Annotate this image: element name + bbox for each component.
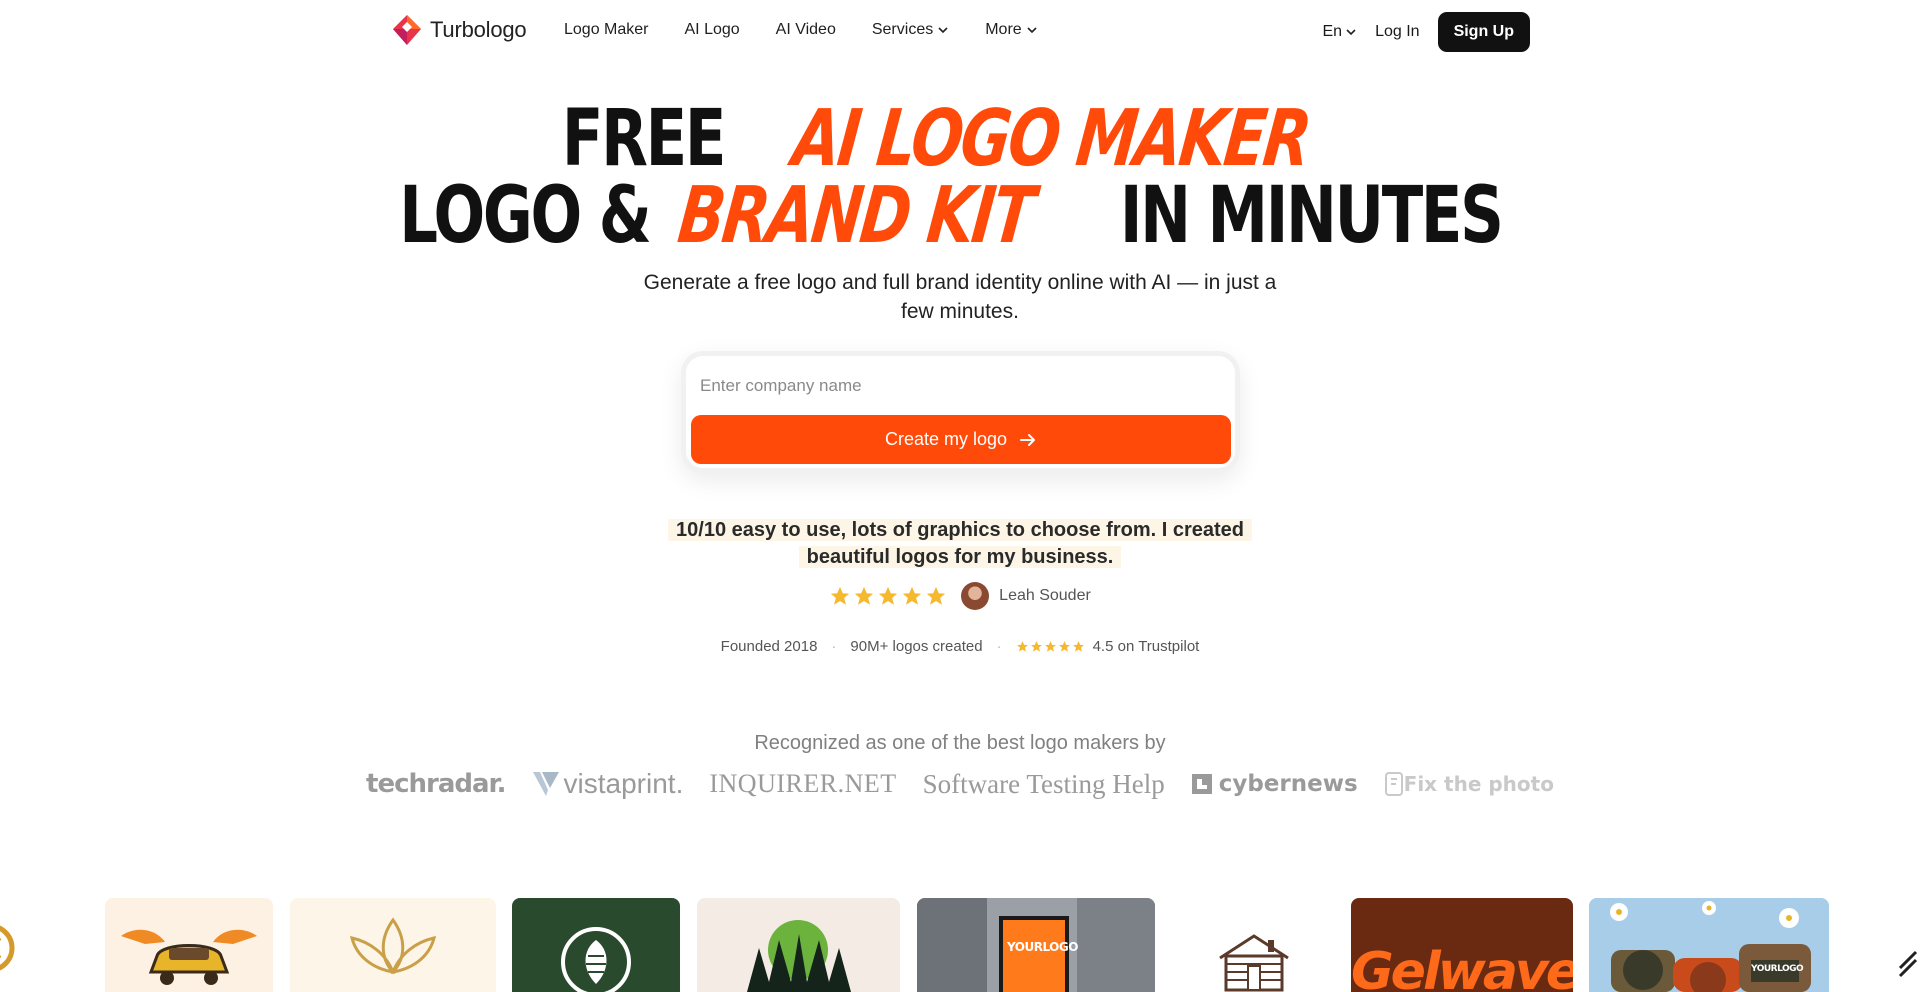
stat-logos-created: 90M+ logos created xyxy=(850,638,983,655)
hero-accent-brand-kit: BRAND KIT xyxy=(674,171,1038,261)
partial-logo-icon xyxy=(1898,950,1918,978)
create-logo-label: Create my logo xyxy=(884,429,1008,449)
gallery-tile-pinecone[interactable] xyxy=(512,898,680,992)
nav-more[interactable]: More xyxy=(985,21,1037,39)
language-label: En xyxy=(1322,23,1343,40)
chevron-down-icon xyxy=(1027,27,1037,34)
nav-logo-maker[interactable]: Logo Maker xyxy=(564,21,649,39)
fix-the-photo-logo: Fix the photo xyxy=(1384,771,1554,797)
fix-the-photo-mark-icon xyxy=(1384,772,1403,796)
chevron-down-icon xyxy=(938,27,948,34)
brand-logo[interactable]: Turbologo xyxy=(390,13,527,47)
hero-subtitle: Generate a free logo and full brand iden… xyxy=(643,271,1277,323)
fix-the-photo-label: Fix the photo xyxy=(1403,772,1554,796)
nav-ai-logo[interactable]: AI Logo xyxy=(685,21,740,39)
nav-ai-video[interactable]: AI Video xyxy=(776,21,836,39)
inquirer-logo: INQUIRER.NET xyxy=(709,769,897,798)
star-icon xyxy=(1016,641,1028,652)
hero-title-line-1: FREE AI LOGO MAKER xyxy=(0,94,1920,184)
hero-title-line-2: LOGO & BRAND KIT IN MINUTES xyxy=(0,171,1920,261)
language-selector[interactable]: En xyxy=(1323,23,1358,41)
nav-right: En Log In Sign Up xyxy=(1323,12,1530,52)
nav-services[interactable]: Services xyxy=(872,21,949,39)
stat-trustpilot: 4.5 on Trustpilot xyxy=(1092,638,1200,655)
honey-jars-icon xyxy=(1589,898,1829,992)
top-navigation: Turbologo Logo Maker AI Logo AI Video Se… xyxy=(0,0,1920,64)
techradar-logo: techradar. xyxy=(366,769,506,799)
software-testing-help-logo: Software Testing Help xyxy=(922,768,1165,799)
testimonial-quote-text: 10/10 easy to use, lots of graphics to c… xyxy=(668,519,1252,568)
pinecone-icon xyxy=(561,927,631,992)
reviewer-name: Leah Souder xyxy=(999,587,1091,604)
star-icon xyxy=(927,586,946,605)
gallery-tile-grass[interactable] xyxy=(697,898,900,992)
star-icon xyxy=(1030,641,1042,652)
gallery-tile-winged-car[interactable] xyxy=(105,898,273,992)
grass-sun-icon xyxy=(747,920,851,992)
stat-founded: Founded 2018 xyxy=(720,638,818,655)
logo-form-card: Create my logo xyxy=(681,351,1240,473)
vistaprint-mark-icon xyxy=(532,772,559,796)
avatar xyxy=(961,582,990,610)
login-link[interactable]: Log In xyxy=(1375,23,1419,41)
gallery-tile-lotus[interactable] xyxy=(290,898,496,992)
signup-button[interactable]: Sign Up xyxy=(1437,12,1530,52)
cybernews-mark-icon xyxy=(1191,774,1212,794)
company-name-input[interactable] xyxy=(700,366,1220,406)
hero-word-logo: LOGO & xyxy=(399,171,653,261)
gallery-tile-jars[interactable]: YOURLOGO xyxy=(1589,898,1829,992)
testimonial-author: Leah Souder xyxy=(0,582,1920,610)
nav-services-label: Services xyxy=(871,21,934,38)
create-logo-button[interactable]: Create my logo xyxy=(691,415,1231,464)
vistaprint-label: vistaprint. xyxy=(563,768,684,799)
hero-word-in-minutes: IN MINUTES xyxy=(1120,171,1504,261)
vistaprint-logo: vistaprint. xyxy=(532,768,684,800)
log-cabin-icon xyxy=(1219,934,1289,992)
star-icon xyxy=(831,586,850,605)
nav-links: Logo Maker AI Logo AI Video Services Mor… xyxy=(564,21,1038,39)
gallery-tile-gelwave[interactable]: Gelwave xyxy=(1351,898,1573,992)
brand-name: Turbologo xyxy=(430,17,527,42)
trustpilot-stars xyxy=(1016,640,1085,653)
logo-gallery: YOURLOGO Gelwave YOURLOGO xyxy=(0,898,1920,992)
testimonial-quote: 10/10 easy to use, lots of graphics to c… xyxy=(660,517,1260,571)
cybernews-label: cybernews xyxy=(1218,771,1358,797)
recognized-heading: Recognized as one of the best logo maker… xyxy=(754,732,1166,754)
gelwave-text: Gelwave xyxy=(1351,942,1573,992)
chevron-down-icon xyxy=(1346,29,1356,36)
star-icon xyxy=(903,586,922,605)
separator-dot: · xyxy=(831,638,837,655)
nav-more-label: More xyxy=(985,21,1022,38)
hero-accent-ai-logo-maker: AI LOGO MAKER xyxy=(788,94,1314,184)
arrow-right-icon xyxy=(1020,433,1036,446)
gallery-tile-storefront-sign[interactable]: YOURLOGO xyxy=(917,898,1155,992)
press-logos: techradar. vistaprint. INQUIRER.NET Soft… xyxy=(0,768,1920,800)
stats-row: Founded 2018 · 90M+ logos created · 4.5 … xyxy=(0,638,1920,655)
winged-car-icon xyxy=(121,929,257,985)
golden-crest-icon xyxy=(0,925,15,971)
star-icon xyxy=(1058,641,1070,652)
star-icon xyxy=(1072,641,1084,652)
jar-label-text: YOURLOGO xyxy=(1751,964,1804,974)
storefront-sign-text: YOURLOGO xyxy=(1007,940,1078,954)
star-icon xyxy=(879,586,898,605)
star-icon xyxy=(1044,641,1056,652)
gallery-tile-cabin[interactable] xyxy=(1172,898,1337,992)
gallery-tile-crest[interactable] xyxy=(0,898,30,992)
star-icon xyxy=(855,586,874,605)
turbologo-mark-icon xyxy=(393,15,421,45)
cybernews-logo: cybernews xyxy=(1191,771,1358,797)
separator-dot: · xyxy=(996,638,1002,655)
lotus-icon xyxy=(349,917,437,975)
hero-word-free: FREE xyxy=(561,94,727,184)
rating-stars xyxy=(829,585,947,607)
gallery-tile-partial[interactable] xyxy=(1896,898,1920,992)
